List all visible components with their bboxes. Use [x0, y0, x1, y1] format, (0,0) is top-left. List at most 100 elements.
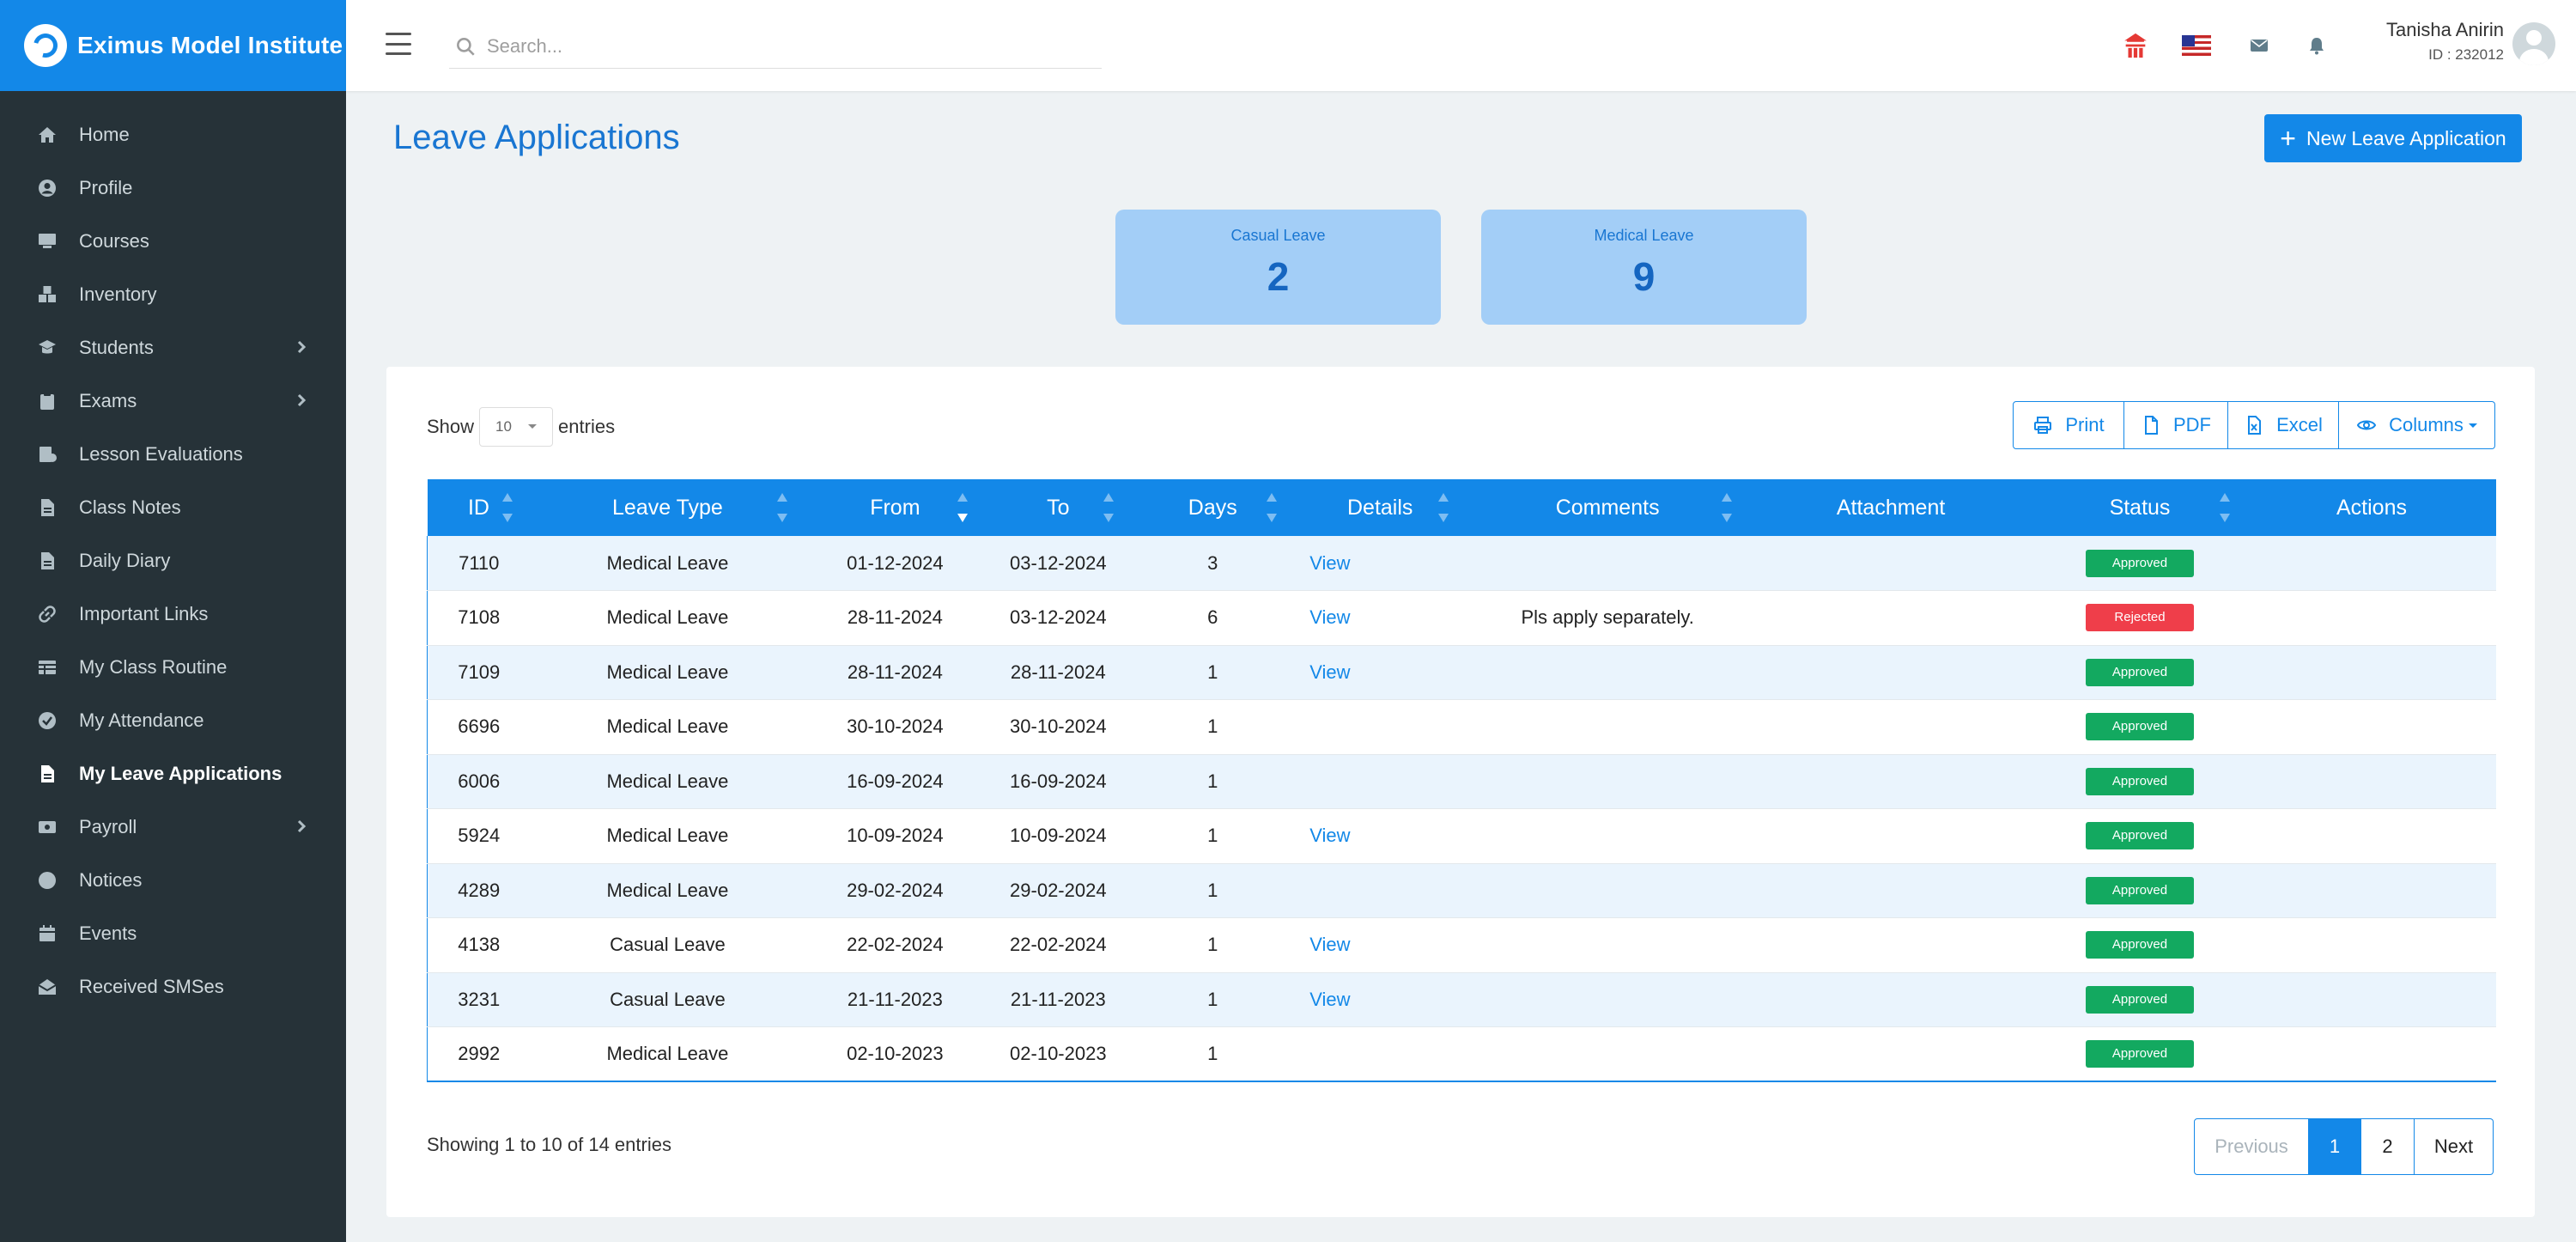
view-details-link[interactable]: View: [1309, 934, 1350, 955]
columns-button[interactable]: Columns: [2339, 401, 2495, 449]
sidebar-item-students[interactable]: Students: [0, 321, 346, 374]
pdf-label: PDF: [2173, 414, 2211, 435]
excel-button[interactable]: Excel: [2228, 401, 2339, 449]
clipboard-icon: [36, 390, 58, 412]
sidebar-item-events[interactable]: Events: [0, 907, 346, 960]
cell-details: View: [1294, 591, 1466, 646]
column-header-attachment: Attachment: [1749, 479, 2032, 536]
new-leave-application-button[interactable]: + New Leave Application: [2264, 114, 2522, 162]
cell-comments: [1466, 536, 1749, 591]
user-name[interactable]: Tanisha Anirin: [2386, 19, 2504, 41]
cell-status: Approved: [2032, 809, 2247, 864]
cell-days: 1: [1207, 825, 1218, 847]
column-header-actions: Actions: [2247, 479, 2496, 536]
cell-days: 3: [1207, 551, 1218, 574]
brand[interactable]: Eximus Model Institute: [0, 0, 346, 91]
pagination-next[interactable]: Next: [2415, 1118, 2494, 1175]
evaluation-icon: [36, 443, 58, 466]
pagination-page-2[interactable]: 2: [2361, 1118, 2415, 1175]
plus-icon: +: [2280, 123, 2296, 154]
cell-to: 28-11-2024: [1010, 661, 1106, 683]
cell-type: Medical Leave: [606, 715, 729, 738]
view-details-link[interactable]: View: [1309, 825, 1350, 846]
pdf-button[interactable]: PDF: [2124, 401, 2228, 449]
cell-details: View: [1294, 809, 1466, 864]
avatar[interactable]: [2512, 22, 2555, 65]
sidebar-item-my-leave-applications[interactable]: My Leave Applications: [0, 747, 346, 801]
sidebar-item-my-class-routine[interactable]: My Class Routine: [0, 641, 346, 694]
cell-details: [1294, 700, 1466, 755]
sidebar-item-label: Events: [79, 922, 137, 944]
sidebar-item-exams[interactable]: Exams: [0, 374, 346, 428]
sidebar-item-profile[interactable]: Profile: [0, 161, 346, 215]
column-header-status[interactable]: Status: [2032, 479, 2247, 536]
status-badge: Approved: [2086, 549, 2194, 577]
stat-label: Casual Leave: [1230, 227, 1326, 244]
sidebar-item-home[interactable]: Home: [0, 108, 346, 161]
cell-to: 03-12-2024: [1010, 606, 1107, 629]
cell-comments: [1466, 918, 1749, 973]
cell-type: Medical Leave: [606, 606, 729, 629]
mail-icon[interactable]: [2243, 29, 2275, 62]
table-row: 7109 Medical Leave 28-11-2024 28-11-2024 1 Vi…: [427, 645, 2496, 700]
show-label: Show: [427, 416, 475, 437]
view-details-link[interactable]: View: [1309, 606, 1350, 628]
column-header-comments[interactable]: Comments: [1466, 479, 1749, 536]
cell-attachment: [1749, 591, 2032, 646]
column-header-days[interactable]: Days: [1131, 479, 1294, 536]
entries-select[interactable]: 10: [479, 407, 554, 447]
sidebar-item-lesson-evaluations[interactable]: Lesson Evaluations: [0, 428, 346, 481]
cell-from: 28-11-2024: [847, 606, 943, 629]
sidebar-item-important-links[interactable]: Important Links: [0, 588, 346, 641]
pagination-page-1[interactable]: 1: [2309, 1118, 2361, 1175]
cell-from: 30-10-2024: [847, 715, 944, 738]
file-excel-icon: [2248, 416, 2262, 435]
column-header-id[interactable]: ID: [428, 479, 531, 536]
sidebar-item-class-notes[interactable]: Class Notes: [0, 481, 346, 534]
table-row: 3231 Casual Leave 21-11-2023 21-11-2023 1 Vie…: [427, 972, 2496, 1027]
sidebar-item-label: Lesson Evaluations: [79, 443, 243, 465]
search-input[interactable]: [487, 34, 1071, 58]
column-header-leave-type[interactable]: Leave Type: [530, 479, 805, 536]
money-icon: [36, 816, 58, 838]
pagination-previous[interactable]: Previous: [2194, 1118, 2309, 1175]
sidebar-item-my-attendance[interactable]: My Attendance: [0, 694, 346, 747]
column-header-details[interactable]: Details: [1294, 479, 1466, 536]
cell-status: Approved: [2032, 645, 2247, 700]
cell-to: 10-09-2024: [1010, 825, 1107, 847]
view-details-link[interactable]: View: [1309, 661, 1350, 683]
sidebar-item-label: Inventory: [79, 283, 157, 305]
cell-id: 6006: [458, 770, 501, 792]
cell-type: Medical Leave: [606, 879, 729, 901]
sidebar-item-notices[interactable]: Notices: [0, 854, 346, 907]
sidebar-item-daily-diary[interactable]: Daily Diary: [0, 534, 346, 588]
cell-actions: [2247, 754, 2496, 809]
view-details-link[interactable]: View: [1309, 552, 1350, 574]
status-badge: Rejected: [2086, 604, 2194, 632]
column-header-label: Attachment: [1836, 495, 1946, 520]
user-id: ID : 232012: [2428, 46, 2504, 63]
column-header-to[interactable]: To: [985, 479, 1131, 536]
sidebar-item-label: Class Notes: [79, 496, 181, 518]
sidebar-item-payroll[interactable]: Payroll: [0, 801, 346, 854]
menu-toggle-icon[interactable]: [386, 33, 411, 55]
column-header-label: ID: [467, 495, 489, 520]
sidebar-item-courses[interactable]: Courses: [0, 215, 346, 268]
column-header-from[interactable]: From: [805, 479, 985, 536]
view-details-link[interactable]: View: [1309, 989, 1350, 1010]
sidebar-item-received-smses[interactable]: Received SMSes: [0, 960, 346, 1014]
table-icon: [36, 656, 58, 679]
cell-actions: [2247, 645, 2496, 700]
cell-attachment: [1749, 809, 2032, 864]
temple-icon[interactable]: [2119, 29, 2152, 62]
column-header-label: Days: [1188, 495, 1237, 520]
print-button[interactable]: Print: [2013, 401, 2124, 449]
sidebar-item-inventory[interactable]: Inventory: [0, 268, 346, 321]
home-icon: [36, 124, 58, 146]
bell-icon[interactable]: [2300, 29, 2333, 62]
cell-status: Approved: [2032, 536, 2247, 591]
sort-icon: [957, 493, 969, 522]
sidebar-item-label: Home: [79, 124, 130, 145]
sort-icon: [777, 493, 788, 522]
us-flag-icon[interactable]: [2180, 29, 2213, 62]
